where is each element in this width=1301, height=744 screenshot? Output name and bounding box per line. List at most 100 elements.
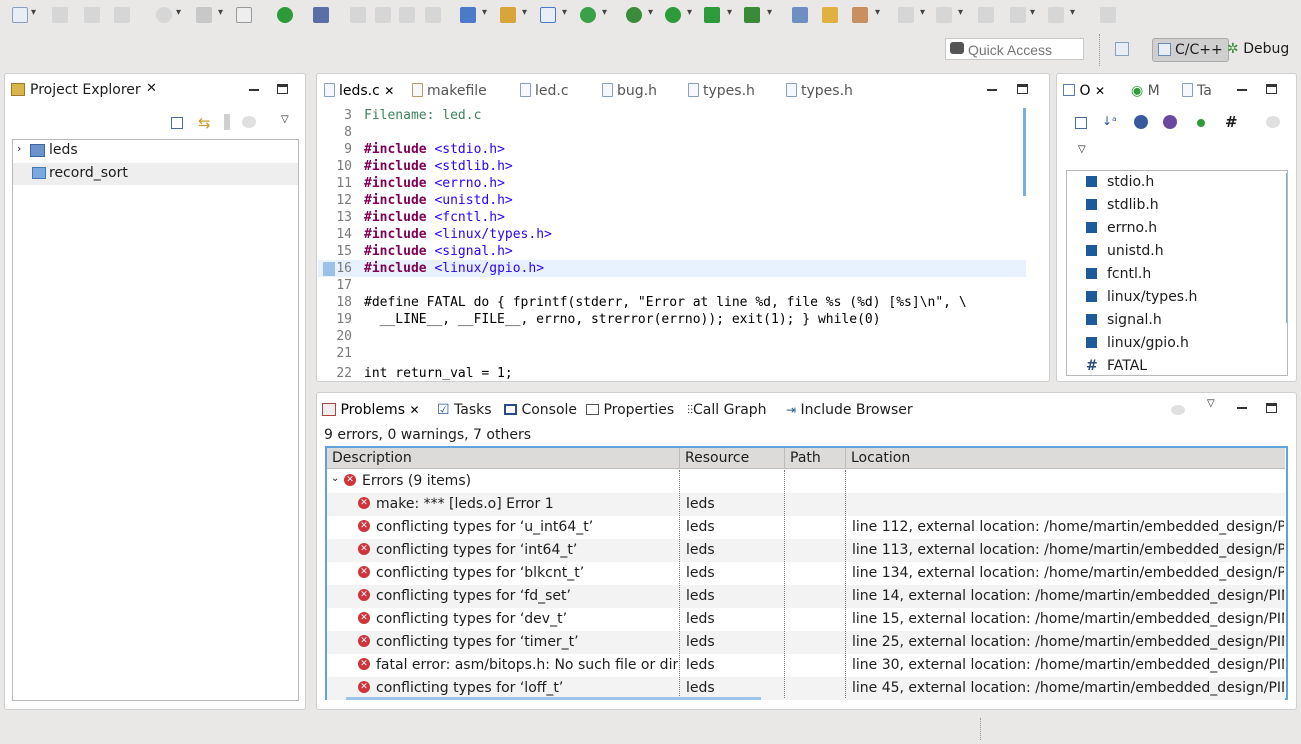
hide-nonpublic-icon[interactable] — [1197, 119, 1205, 127]
table-row[interactable]: ✕ conflicting types for ‘int64_t’ leds line… — [327, 539, 1285, 562]
outline-item[interactable]: linux/gpio.h — [1080, 335, 1189, 351]
binary-icon[interactable] — [236, 7, 252, 23]
chevron-down-icon[interactable]: ▾ — [602, 7, 607, 18]
new-project-icon[interactable] — [460, 7, 476, 23]
table-row[interactable]: ✕ conflicting types for ‘timer_t’ leds line… — [327, 631, 1285, 654]
minimize-icon[interactable] — [987, 89, 997, 91]
view-menu-icon[interactable]: ▽ — [1078, 144, 1086, 155]
tree-item-leds[interactable]: › leds — [13, 140, 298, 162]
editor-scrollbar[interactable] — [1023, 108, 1026, 196]
chevron-down-icon[interactable]: ▾ — [648, 7, 653, 18]
minimize-icon[interactable] — [249, 89, 259, 91]
outline-scrollbar[interactable] — [1286, 173, 1287, 323]
table-row[interactable]: ✕ conflicting types for ‘u_int64_t’ leds li… — [327, 516, 1285, 539]
editor-tab-types-h[interactable]: types.h — [688, 75, 755, 105]
next-annotation-icon[interactable] — [898, 7, 914, 23]
debug-bug-icon[interactable] — [626, 7, 642, 23]
new-class-icon[interactable] — [540, 7, 556, 23]
pin-editor-icon[interactable] — [1100, 7, 1116, 23]
perspective-cpp-button[interactable]: C/C++ — [1152, 38, 1229, 62]
save-icon[interactable] — [52, 7, 68, 23]
chevron-down-icon[interactable]: ▾ — [920, 7, 925, 18]
column-path[interactable]: Path — [790, 450, 821, 466]
editor-tab-bug-h[interactable]: bug.h — [602, 75, 657, 105]
chevron-down-icon[interactable]: ▾ — [522, 7, 527, 18]
outline-item[interactable]: # FATAL — [1080, 358, 1147, 374]
tab-make-targets[interactable]: ◉ M — [1131, 75, 1160, 105]
new-folder-icon[interactable] — [500, 7, 516, 23]
build-gear-icon[interactable] — [156, 7, 172, 23]
link-editor-icon[interactable]: ⇆ — [198, 114, 211, 132]
tab-outline[interactable]: O ✕ — [1063, 75, 1105, 105]
outline-item[interactable]: errno.h — [1080, 220, 1157, 236]
profile-icon[interactable] — [744, 7, 760, 23]
open-perspective-icon[interactable] — [1115, 42, 1129, 56]
save-all-icon[interactable] — [84, 7, 100, 23]
perspective-debug-button[interactable]: ✲ Debug — [1222, 38, 1294, 62]
chevron-down-icon[interactable]: ▾ — [1070, 7, 1075, 18]
run-icon[interactable] — [277, 7, 293, 23]
chevron-down-icon[interactable]: ▾ — [176, 7, 181, 18]
chevron-down-icon[interactable]: ▾ — [1030, 7, 1035, 18]
chevron-down-icon[interactable]: ▾ — [31, 7, 36, 18]
back-icon[interactable] — [1010, 7, 1026, 23]
outline-item[interactable]: stdlib.h — [1080, 197, 1159, 213]
outline-item[interactable]: signal.h — [1080, 312, 1162, 328]
horizontal-scrollbar[interactable] — [346, 697, 761, 700]
tab-properties[interactable]: Properties — [586, 394, 674, 424]
last-edit-icon[interactable] — [978, 7, 994, 23]
tab-tasks[interactable]: ☑ Tasks — [437, 394, 492, 424]
search-pen-icon[interactable] — [852, 7, 868, 23]
sync-icon[interactable] — [1266, 116, 1280, 128]
editor-tab-types-h-2[interactable]: types.h — [786, 75, 853, 105]
editor-tab-makefile[interactable]: makefile — [412, 75, 487, 105]
collapse-all-icon[interactable] — [171, 117, 183, 129]
table-row[interactable]: ✕ fatal error: asm/bitops.h: No such file… — [327, 654, 1285, 677]
run-as-icon[interactable] — [665, 7, 681, 23]
sync-icon[interactable] — [242, 116, 256, 128]
sort-icon[interactable]: ↓ᵃ — [1102, 114, 1117, 128]
terminate-icon[interactable] — [399, 7, 415, 23]
maximize-icon[interactable] — [1017, 84, 1028, 94]
skip-breakpoints-icon[interactable] — [313, 7, 329, 23]
filter-icon[interactable] — [224, 114, 230, 130]
chevron-down-icon[interactable]: ▾ — [767, 7, 772, 18]
table-row[interactable]: ✕ conflicting types for ‘dev_t’ leds line 1… — [327, 608, 1285, 631]
close-icon[interactable]: ✕ — [146, 81, 157, 96]
tab-console[interactable]: Console — [504, 394, 577, 424]
chevron-down-icon[interactable]: ▾ — [482, 7, 487, 18]
collapse-chevron-icon[interactable]: ⌄ — [331, 473, 339, 484]
new-icon[interactable] — [12, 7, 28, 23]
view-menu-icon[interactable]: ▽ — [1207, 398, 1215, 409]
print-icon[interactable] — [114, 7, 130, 23]
editor-tab-leds-c[interactable]: leds.c ✕ — [324, 75, 394, 105]
step-icon[interactable] — [350, 7, 366, 23]
refresh-icon[interactable] — [580, 7, 596, 23]
step-over-icon[interactable] — [375, 7, 391, 23]
editor-tab-led-c[interactable]: led.c — [520, 75, 569, 105]
tab-tasks[interactable]: Ta — [1182, 75, 1212, 105]
column-resource[interactable]: Resource — [685, 450, 749, 466]
table-row[interactable]: ✕ conflicting types for ‘fd_set’ leds line … — [327, 585, 1285, 608]
open-type-icon[interactable] — [792, 7, 808, 23]
tree-item-record-sort[interactable]: record_sort — [13, 163, 298, 185]
coverage-icon[interactable] — [704, 7, 720, 23]
hide-fields-icon[interactable] — [1134, 115, 1148, 129]
chevron-down-icon[interactable]: ▾ — [875, 7, 880, 18]
hide-macros-icon[interactable]: # — [1225, 113, 1238, 131]
chevron-down-icon[interactable]: ▾ — [727, 7, 732, 18]
view-menu-icon[interactable]: ▽ — [281, 114, 289, 125]
outline-item[interactable]: fcntl.h — [1080, 266, 1151, 282]
chevron-down-icon[interactable]: ▾ — [562, 7, 567, 18]
quick-access-input[interactable] — [945, 38, 1084, 60]
sync-icon[interactable] — [1171, 405, 1185, 415]
disconnect-icon[interactable] — [425, 7, 441, 23]
tab-problems[interactable]: Problems ✕ — [322, 394, 420, 424]
close-icon[interactable]: ✕ — [384, 84, 394, 98]
close-icon[interactable]: ✕ — [409, 403, 419, 417]
column-description[interactable]: Description — [332, 450, 412, 466]
chevron-down-icon[interactable]: ▾ — [218, 7, 223, 18]
chevron-down-icon[interactable]: ▾ — [958, 7, 963, 18]
minimize-icon[interactable] — [1237, 89, 1247, 91]
errors-group-row[interactable]: ⌄ ✕ Errors (9 items) — [327, 470, 1285, 493]
